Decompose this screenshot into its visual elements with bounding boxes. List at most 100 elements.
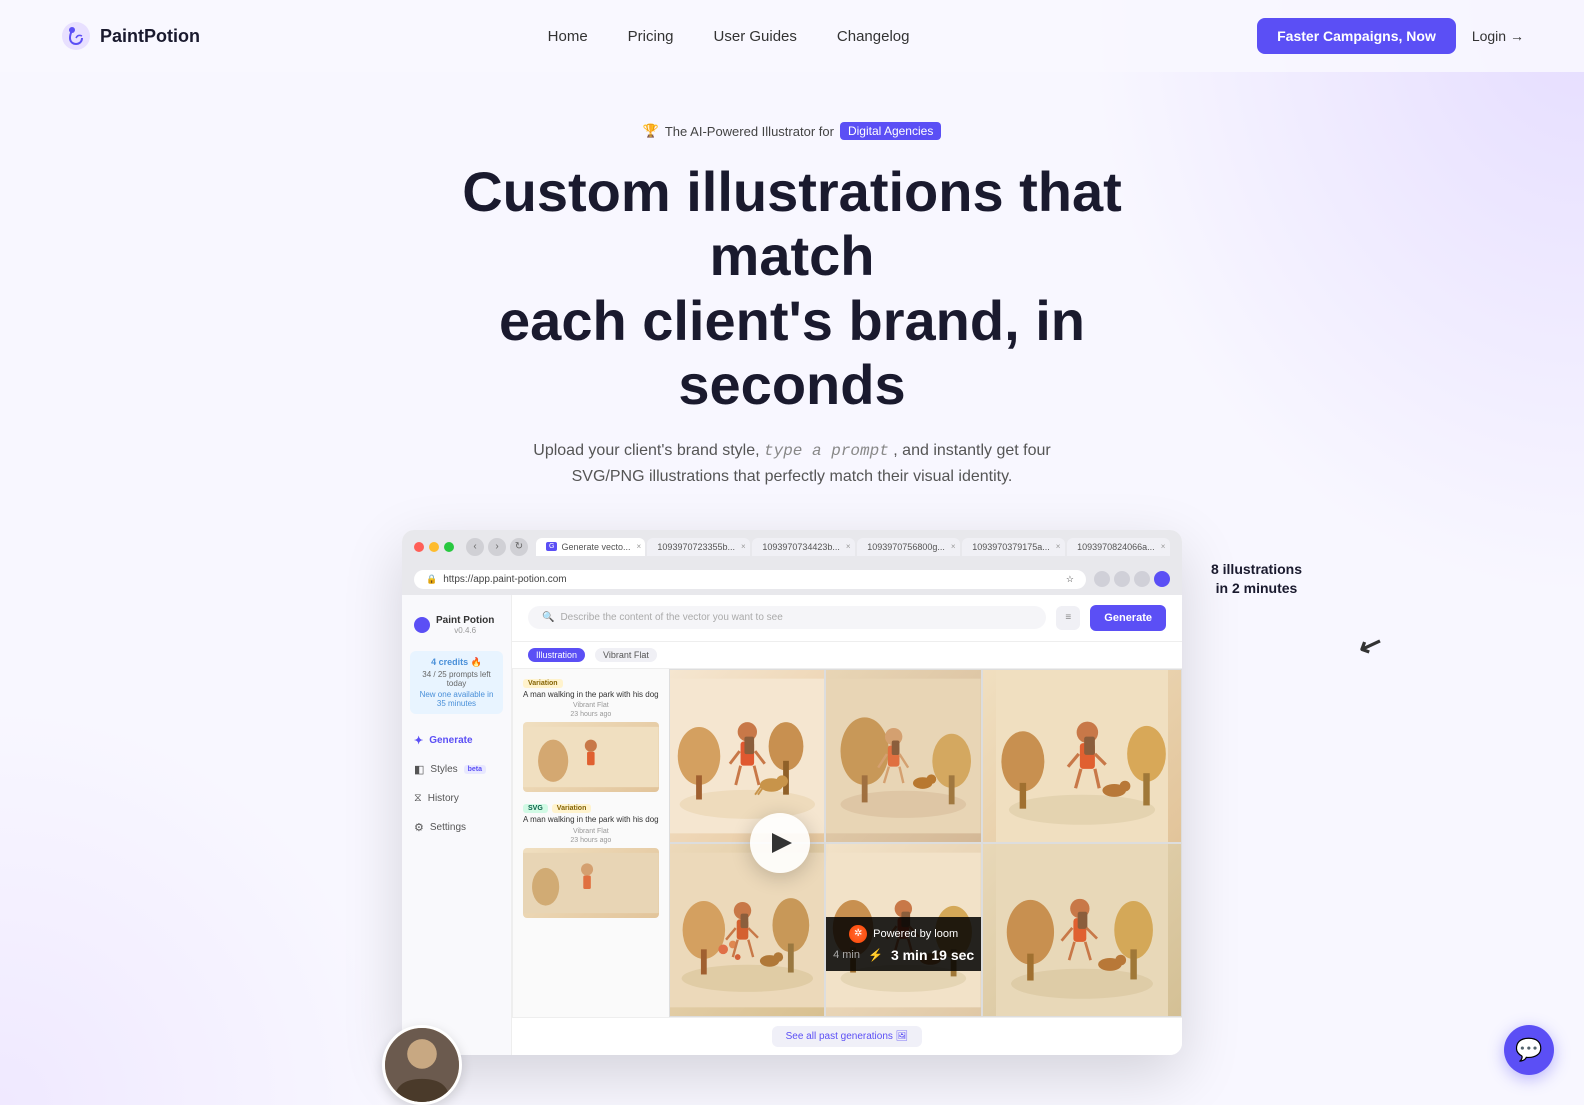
app-content: Paint Potion v0.4.6 4 credits 🔥 34 / 25 … xyxy=(402,595,1182,1055)
nav-link-pricing[interactable]: Pricing xyxy=(628,28,674,45)
badge-highlight: Digital Agencies xyxy=(840,122,941,140)
ext-icon-1 xyxy=(1094,571,1110,587)
nav-link-changelog[interactable]: Changelog xyxy=(837,28,910,45)
image-cell-6[interactable] xyxy=(982,843,1182,1017)
illustration-2 xyxy=(826,670,981,842)
side-time-1: 23 hours ago xyxy=(523,711,659,718)
annotation-text: 8 illustrationsin 2 minutes ↙ xyxy=(1211,560,1302,599)
history-icon: ⧖ xyxy=(414,792,422,805)
image-cell-2[interactable] xyxy=(825,669,982,843)
image-cell-5[interactable]: ✲ Powered by loom 4 min ⚡ 3 min 19 sec xyxy=(825,843,982,1017)
hero-subtitle: Upload your client's brand style, type a… xyxy=(532,438,1052,490)
credits-box: 4 credits 🔥 34 / 25 prompts left today N… xyxy=(410,651,503,714)
sidebar-item-generate[interactable]: ✦ Generate xyxy=(402,726,511,755)
filter-vibrant[interactable]: Vibrant Flat xyxy=(595,648,657,662)
options-icon[interactable]: ≡ xyxy=(1056,606,1080,630)
side-panel: Variation A man walking in the park with… xyxy=(512,669,669,1017)
filter-illustration[interactable]: Illustration xyxy=(528,648,585,662)
search-placeholder: Describe the content of the vector you w… xyxy=(560,612,782,623)
annotation-label: 8 illustrationsin 2 minutes xyxy=(1211,561,1302,597)
browser-dot-red xyxy=(414,542,424,552)
hero-title-line1: Custom illustrations that match xyxy=(462,160,1122,287)
tab-close-0[interactable]: × xyxy=(637,542,642,551)
image-cell-3[interactable] xyxy=(982,669,1182,843)
address-icons xyxy=(1094,571,1170,587)
image-cell-1[interactable] xyxy=(669,669,826,843)
nav-link-home[interactable]: Home xyxy=(548,28,588,45)
loom-time-row: 4 min ⚡ 3 min 19 sec xyxy=(825,947,982,963)
browser-tab-5[interactable]: 1093970824066a... × xyxy=(1067,538,1170,556)
ext-icon-3 xyxy=(1134,571,1150,587)
nav-actions: Faster Campaigns, Now Login → xyxy=(1257,18,1524,54)
login-button[interactable]: Login → xyxy=(1472,28,1524,44)
browser-tab-2[interactable]: 1093970734423b... × xyxy=(752,538,855,556)
credits-sub2: New one available in 35 minutes xyxy=(418,690,495,708)
play-triangle-icon xyxy=(772,833,792,853)
side-meta-2: Vibrant Flat xyxy=(523,828,659,835)
app-logo-small xyxy=(414,617,430,633)
variation-badge-1: Variation xyxy=(523,679,563,688)
browser-mockup: 8 illustrationsin 2 minutes ↙ ‹ › ↻ G xyxy=(402,530,1182,1055)
address-bar[interactable]: 🔒 https://app.paint-potion.com ☆ xyxy=(414,570,1086,589)
browser-forward-btn[interactable]: › xyxy=(488,538,506,556)
image-cell-4[interactable] xyxy=(669,843,826,1017)
illustration-4 xyxy=(670,844,825,1016)
tab-close-2[interactable]: × xyxy=(846,542,851,551)
app-version: v0.4.6 xyxy=(436,626,494,635)
search-box[interactable]: 🔍 Describe the content of the vector you… xyxy=(528,606,1046,629)
browser-tab-0[interactable]: G Generate vecto... × xyxy=(536,538,645,556)
illustration-1 xyxy=(670,670,825,842)
tab-close-5[interactable]: × xyxy=(1161,542,1166,551)
search-icon: 🔍 xyxy=(542,612,554,623)
app-bottom-bar: See all past generations 🖼 xyxy=(512,1017,1182,1055)
sidebar-label-history: History xyxy=(428,793,459,804)
beta-badge: beta xyxy=(464,765,486,774)
loom-overlay: ✲ Powered by loom 4 min ⚡ 3 min 19 sec xyxy=(825,917,982,971)
credits-title: 4 credits 🔥 xyxy=(418,657,495,668)
browser-back-btn[interactable]: ‹ xyxy=(466,538,484,556)
side-desc-2: A man walking in the park with his dog xyxy=(523,815,659,825)
tab-close-4[interactable]: × xyxy=(1056,542,1061,551)
browser-tab-4[interactable]: 1093970379175a... × xyxy=(962,538,1065,556)
browser-frame: ‹ › ↻ G Generate vecto... × 109397072335… xyxy=(402,530,1182,1055)
sidebar-label-settings: Settings xyxy=(430,822,466,833)
sidebar-label-generate: Generate xyxy=(429,735,472,746)
hero-title-line2: each client's brand, in seconds xyxy=(499,289,1085,416)
play-button[interactable] xyxy=(750,813,810,873)
cta-button[interactable]: Faster Campaigns, Now xyxy=(1257,18,1456,54)
browser-reload-btn[interactable]: ↻ xyxy=(510,538,528,556)
sidebar-item-styles[interactable]: ◧ Styles beta xyxy=(402,755,511,784)
browser-tab-3[interactable]: 1093970756800g... × xyxy=(857,538,960,556)
settings-icon: ⚙ xyxy=(414,821,424,834)
annotation-arrow: ↙ xyxy=(1353,622,1388,667)
chat-icon: 💬 xyxy=(1515,1037,1542,1063)
loom-powered-text: Powered by loom xyxy=(873,928,958,940)
see-all-button[interactable]: See all past generations 🖼 xyxy=(772,1026,923,1047)
browser-addressbar: 🔒 https://app.paint-potion.com ☆ xyxy=(402,564,1182,595)
address-text: https://app.paint-potion.com xyxy=(443,574,566,585)
credits-sub: 34 / 25 prompts left today xyxy=(418,670,495,688)
logo[interactable]: PaintPotion xyxy=(60,20,200,52)
generate-icon: ✦ xyxy=(414,734,423,747)
tab-close-3[interactable]: × xyxy=(951,542,956,551)
illustration-6 xyxy=(983,844,1181,1016)
browser-toolbar: ‹ › ↻ G Generate vecto... × 109397072335… xyxy=(402,530,1182,564)
ext-icon-2 xyxy=(1114,571,1130,587)
app-generate-button[interactable]: Generate xyxy=(1090,605,1166,631)
sidebar-header: Paint Potion v0.4.6 xyxy=(402,607,511,643)
app-toolbar: 🔍 Describe the content of the vector you… xyxy=(512,595,1182,642)
subtitle-part1: Upload your client's brand style, xyxy=(533,442,759,459)
badge-trophy-icon: 🏆 xyxy=(643,123,659,139)
nav-links: Home Pricing User Guides Changelog xyxy=(548,28,910,45)
browser-tab-1[interactable]: 1093970723355b... × xyxy=(647,538,750,556)
browser-tabs: G Generate vecto... × 1093970723355b... … xyxy=(536,538,1170,556)
hero-badge: 🏆 The AI-Powered Illustrator for Digital… xyxy=(643,122,942,140)
sidebar-item-settings[interactable]: ⚙ Settings xyxy=(402,813,511,842)
hero-section: 🏆 The AI-Powered Illustrator for Digital… xyxy=(0,72,1584,1055)
chat-bubble[interactable]: 💬 xyxy=(1504,1025,1554,1075)
side-panel-item-1: Variation A man walking in the park with… xyxy=(523,679,659,792)
sidebar-item-history[interactable]: ⧖ History xyxy=(402,784,511,813)
nav-link-user-guides[interactable]: User Guides xyxy=(714,28,797,45)
sidebar-label-styles: Styles xyxy=(430,764,457,775)
tab-close-1[interactable]: × xyxy=(741,542,746,551)
